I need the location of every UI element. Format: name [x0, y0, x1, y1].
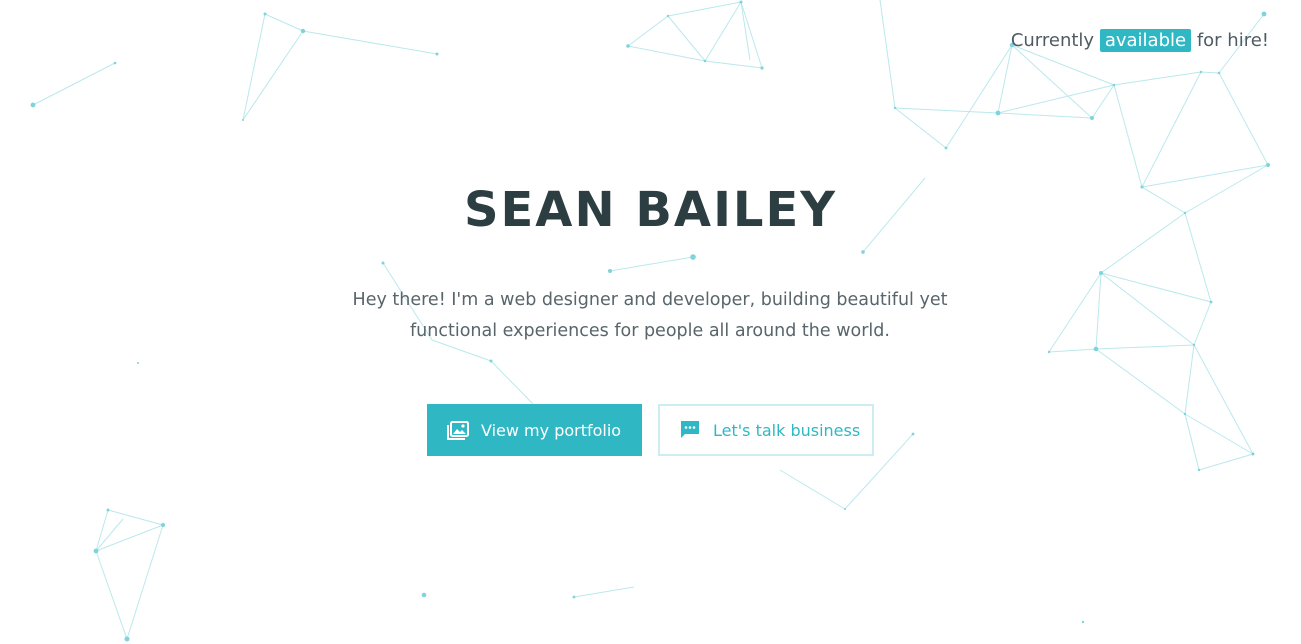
network-node — [242, 119, 244, 121]
network-node — [861, 250, 865, 254]
network-node — [739, 0, 743, 4]
network-node — [1081, 620, 1085, 624]
network-node — [760, 66, 764, 70]
network-node — [1183, 412, 1187, 416]
network-node — [1093, 346, 1099, 352]
network-node — [1112, 83, 1116, 87]
network-node — [1199, 70, 1203, 74]
network-node — [666, 14, 670, 18]
network-node — [137, 362, 139, 364]
network-node — [1251, 452, 1255, 456]
network-node — [1047, 350, 1051, 354]
view-portfolio-label: View my portfolio — [481, 420, 622, 440]
network-node — [30, 102, 36, 108]
contact-label: Let's talk business — [713, 420, 861, 440]
availability-prefix: Currently — [1010, 30, 1095, 51]
availability-status: Currently available for hire! — [1011, 28, 1269, 54]
network-node — [1197, 468, 1201, 472]
intro-text: Hey there! I'm a web designer and develo… — [350, 285, 950, 347]
network-node — [690, 254, 696, 260]
availability-badge: available — [1099, 29, 1192, 52]
network-node — [995, 110, 1001, 116]
network-node — [93, 548, 99, 554]
network-node — [703, 59, 707, 63]
network-node — [1209, 300, 1213, 304]
network-node — [106, 508, 110, 512]
network-node — [381, 261, 385, 265]
availability-suffix: for hire! — [1196, 30, 1269, 51]
network-node — [572, 595, 576, 599]
network-node — [911, 432, 915, 436]
network-node — [300, 28, 306, 34]
network-node — [1261, 11, 1267, 17]
photo-album-icon — [446, 418, 470, 442]
view-portfolio-button[interactable]: View my portfolio — [427, 404, 642, 456]
network-node — [1099, 271, 1103, 275]
network-node — [944, 146, 948, 150]
intro-line-1: Hey there! I'm a web designer and develo… — [352, 290, 948, 310]
page-title: SEAN BAILEY — [463, 182, 838, 238]
intro-line-2: functional experiences for people all ar… — [410, 321, 890, 341]
network-node — [608, 269, 612, 273]
network-node — [626, 44, 630, 48]
network-node — [893, 106, 897, 110]
network-node — [435, 52, 439, 56]
network-node — [1192, 343, 1196, 347]
network-node — [1090, 116, 1094, 120]
network-node — [161, 523, 165, 527]
network-node — [1217, 71, 1221, 75]
contact-button[interactable]: Let's talk business — [658, 404, 874, 456]
network-node — [844, 508, 846, 510]
network-node — [421, 592, 427, 598]
network-node — [124, 636, 130, 642]
landing-page: Currently available for hire! SEAN BAILE… — [0, 0, 1301, 644]
network-node — [263, 12, 267, 16]
chat-message-icon — [678, 418, 702, 442]
network-node — [489, 359, 493, 363]
network-node — [113, 61, 117, 65]
network-node — [1266, 163, 1270, 167]
